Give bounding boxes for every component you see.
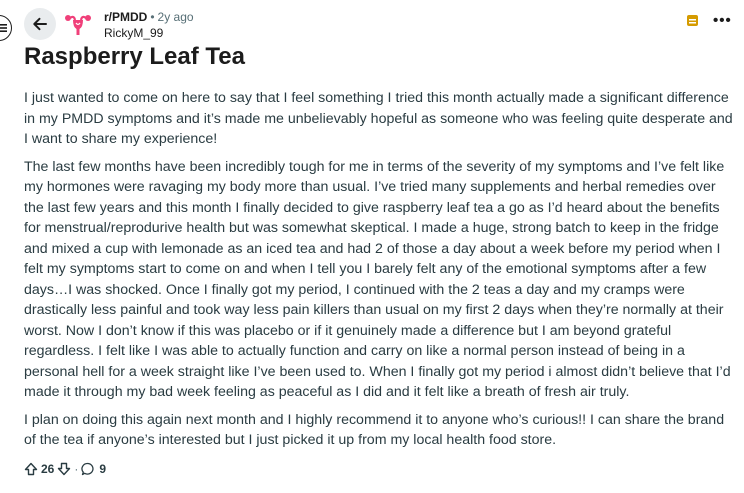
- upvote-button[interactable]: [24, 462, 38, 476]
- subreddit-avatar[interactable]: [64, 11, 92, 39]
- menu-button[interactable]: [0, 15, 12, 41]
- comment-icon: [81, 462, 94, 476]
- post-title: Raspberry Leaf Tea: [24, 43, 245, 70]
- more-options-button[interactable]: •••: [713, 13, 732, 28]
- subreddit-link[interactable]: r/PMDD: [104, 10, 147, 24]
- post-toolbar: •••: [686, 13, 732, 28]
- author-link[interactable]: RickyM_99: [104, 26, 194, 41]
- post-actions: 26 · 9: [24, 462, 106, 476]
- post-paragraph: I plan on doing this again next month an…: [24, 411, 725, 449]
- comments-button[interactable]: [81, 462, 95, 476]
- uterus-avatar-icon: [65, 15, 91, 35]
- upvote-icon: [24, 462, 38, 476]
- downvote-icon: [58, 462, 71, 476]
- post-body: I just wanted to come on here to say tha…: [24, 88, 734, 458]
- post-age: 2y ago: [157, 10, 194, 24]
- meta-separator: •: [150, 10, 155, 24]
- actions-separator: ·: [74, 462, 79, 476]
- downvote-button[interactable]: [57, 462, 71, 476]
- back-button[interactable]: [24, 8, 56, 40]
- comment-count: 9: [99, 462, 107, 476]
- award-button[interactable]: [686, 14, 699, 27]
- menu-icon: [0, 24, 7, 32]
- vote-count: 26: [41, 462, 55, 476]
- award-icon: [687, 15, 698, 26]
- arrow-left-icon: [33, 17, 47, 31]
- post-meta: r/PMDD • 2y ago RickyM_99: [104, 10, 194, 41]
- post-paragraph: The last few months have been incredibly…: [24, 158, 731, 401]
- post-paragraph: I just wanted to come on here to say tha…: [24, 90, 733, 147]
